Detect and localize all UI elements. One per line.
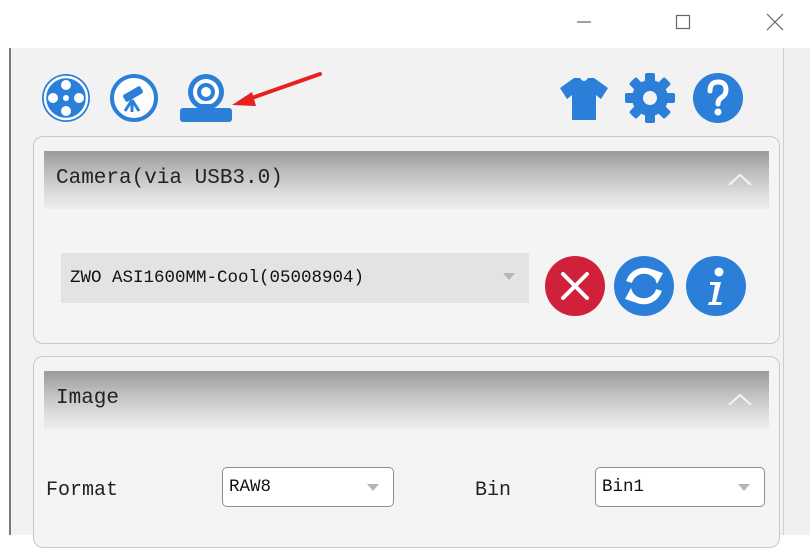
- info-icon: [686, 256, 746, 316]
- annotation-arrow: [232, 72, 322, 106]
- telescope-icon: [110, 74, 158, 122]
- telescope-tab-button[interactable]: [108, 72, 164, 128]
- camera-panel-header[interactable]: Camera(via USB3.0): [44, 151, 769, 209]
- gear-icon: [625, 73, 675, 123]
- theme-button[interactable]: [556, 70, 612, 126]
- chevron-up-icon[interactable]: [727, 391, 753, 407]
- format-select[interactable]: RAW8: [222, 467, 394, 507]
- camera-reel-icon: [42, 74, 90, 122]
- close-button[interactable]: [752, 0, 798, 44]
- image-panel-header[interactable]: Image: [44, 371, 769, 429]
- refresh-button[interactable]: [613, 255, 675, 317]
- format-label: Format: [46, 479, 119, 502]
- format-select-value: RAW8: [229, 477, 272, 497]
- camera-panel-title: Camera(via USB3.0): [56, 167, 283, 190]
- image-panel: Image: [33, 356, 780, 548]
- device-tab-button[interactable]: [176, 70, 232, 126]
- chevron-down-icon: [503, 273, 515, 280]
- camera-select[interactable]: ZWO ASI1600MM-Cool(05008904): [61, 253, 529, 303]
- webcam-device-icon: [180, 74, 232, 122]
- bin-label: Bin: [475, 479, 512, 502]
- window-left-border: [9, 48, 11, 535]
- help-icon: [693, 73, 743, 123]
- settings-button[interactable]: [622, 70, 678, 126]
- chevron-down-icon: [738, 484, 750, 491]
- maximize-button[interactable]: [660, 0, 706, 44]
- help-button[interactable]: [690, 70, 746, 126]
- close-icon: [766, 13, 784, 31]
- refresh-icon: [614, 256, 674, 316]
- disconnect-button[interactable]: [544, 255, 606, 317]
- chevron-up-icon[interactable]: [727, 171, 753, 187]
- close-circle-icon: [545, 256, 605, 316]
- maximize-icon: [675, 14, 691, 30]
- camera-select-value: ZWO ASI1600MM-Cool(05008904): [70, 268, 365, 288]
- chevron-down-icon: [367, 484, 379, 491]
- minimize-icon: [577, 21, 591, 23]
- tshirt-icon: [560, 78, 608, 120]
- camera-tab-button[interactable]: [38, 70, 94, 126]
- minimize-button[interactable]: [561, 0, 607, 44]
- info-button[interactable]: [685, 255, 747, 317]
- title-bar: [0, 0, 810, 48]
- scrollbar-border: [783, 48, 784, 535]
- bin-select[interactable]: Bin1: [595, 467, 765, 507]
- image-panel-title: Image: [56, 387, 120, 410]
- bin-select-value: Bin1: [602, 477, 645, 497]
- scrollbar[interactable]: [783, 48, 810, 535]
